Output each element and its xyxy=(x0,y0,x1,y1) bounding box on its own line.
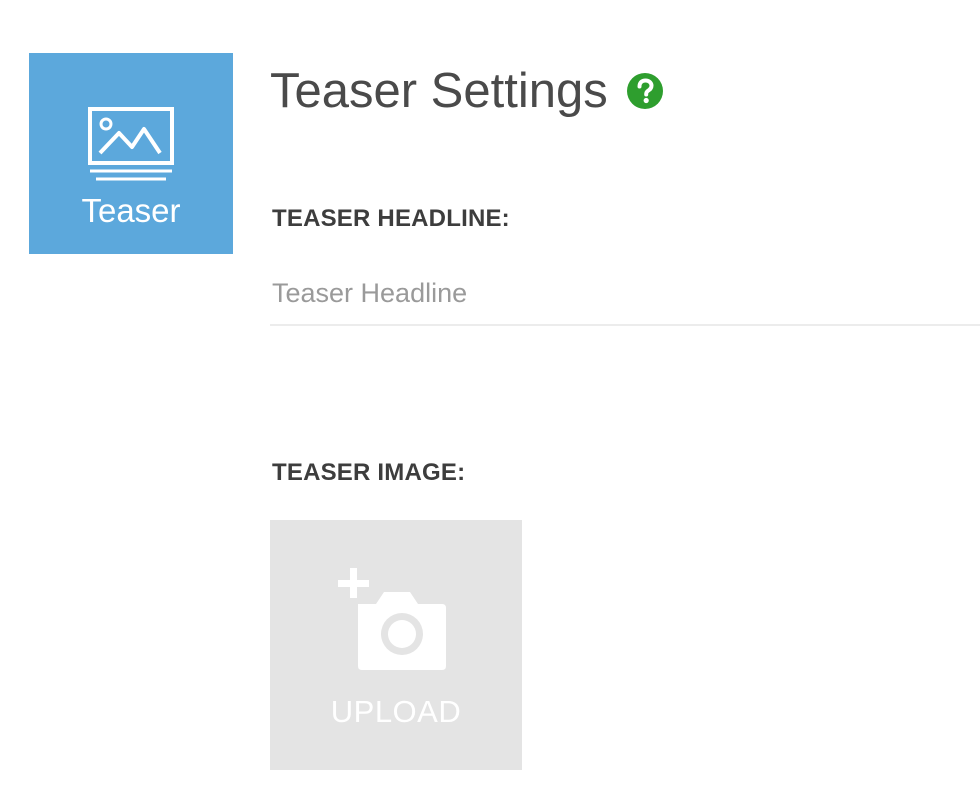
upload-button[interactable]: UPLOAD xyxy=(270,520,522,770)
teaser-tile-label: Teaser xyxy=(81,192,181,229)
title-row: Teaser Settings xyxy=(270,62,664,120)
teaser-headline-label: TEASER HEADLINE: xyxy=(272,205,510,232)
settings-panel: Teaser Settings TEASER HEADLINE: TEASER … xyxy=(270,0,980,812)
teaser-tile[interactable]: Teaser xyxy=(29,53,233,254)
upload-label: UPLOAD xyxy=(330,694,462,729)
question-circle-icon[interactable] xyxy=(626,72,664,110)
page-title: Teaser Settings xyxy=(270,64,608,118)
camera-plus-icon xyxy=(338,568,446,670)
teaser-headline-input[interactable] xyxy=(270,262,980,326)
image-icon xyxy=(88,107,174,181)
teaser-settings-page: Teaser Teaser Settings TEASER HEADLINE: … xyxy=(0,0,980,812)
teaser-image-label: TEASER IMAGE: xyxy=(272,459,466,486)
